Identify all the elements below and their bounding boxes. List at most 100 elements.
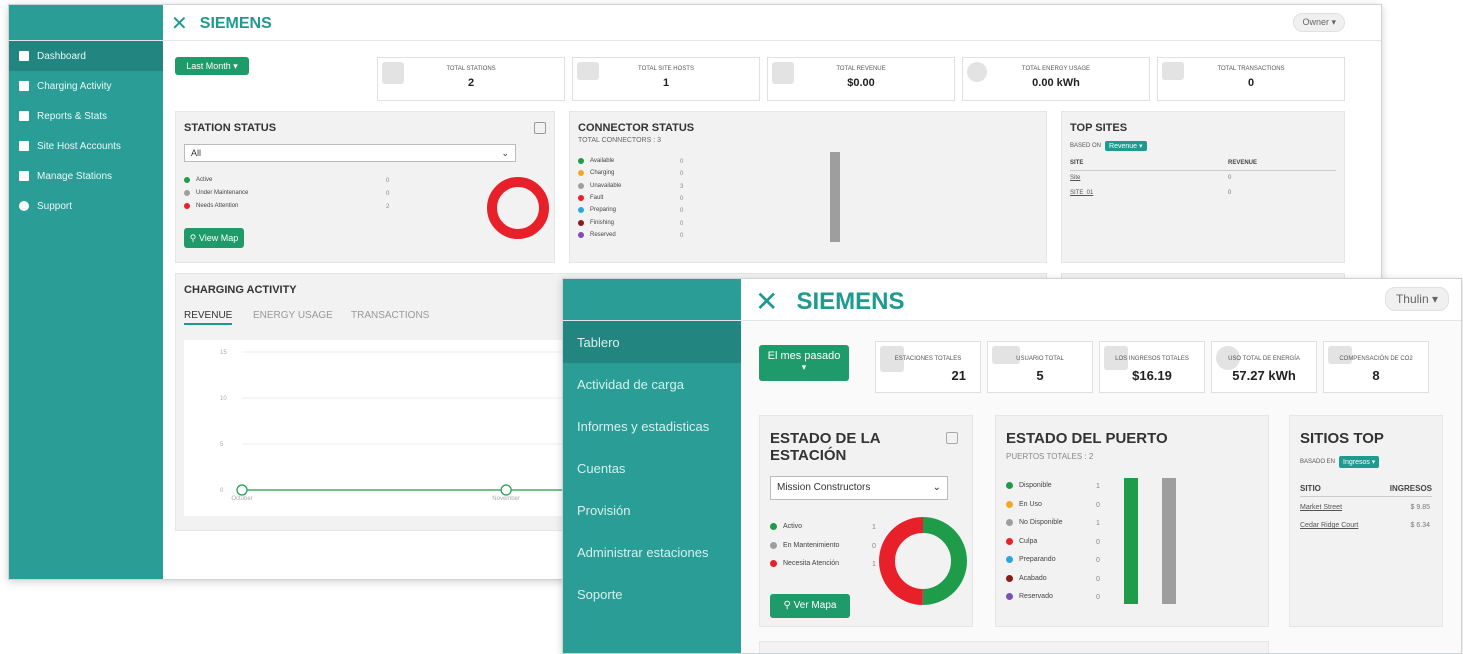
legend-item: Fault: [578, 194, 603, 201]
legend-item: No Disponible: [1006, 519, 1063, 526]
top-bar: ✕ SIEMENS Owner ▾: [9, 5, 1381, 41]
station-status-panel: STATION STATUS All ⌄ Active 0 Under Main…: [175, 111, 555, 263]
sidebar-item-dashboard[interactable]: Dashboard: [9, 41, 163, 71]
panel-subtitle: TOTAL CONNECTORS : 3: [578, 137, 661, 144]
close-menu-icon[interactable]: ✕: [755, 285, 778, 318]
main-content: El mes pasado ▾ ESTACIONES TOTALES 21 US…: [741, 321, 1461, 653]
map-pin-icon: ⚲: [783, 600, 791, 611]
stat-card-total-site-hosts: TOTAL SITE HOSTS 1: [572, 57, 760, 101]
legend-item: Disponible: [1006, 482, 1052, 489]
station-filter-select[interactable]: All ⌄: [184, 144, 516, 162]
sidebar-item-reports[interactable]: Reports & Stats: [9, 101, 163, 131]
port-status-panel: ESTADO DEL PUERTO PUERTOS TOTALES : 2 Di…: [995, 415, 1269, 627]
stat-card-ingresos: LOS INGRESOS TOTALES $16.19: [1099, 341, 1205, 393]
y-tick-label: 5: [220, 442, 224, 448]
panel-title: ESTADO DEL PUERTO: [1006, 430, 1168, 447]
stat-card-total-stations: TOTAL STATIONS 2: [377, 57, 565, 101]
siemens-logo[interactable]: ✕ SIEMENS: [171, 11, 272, 36]
site-link[interactable]: Market Street: [1300, 504, 1342, 511]
stat-card-usuario: USUARIO TOTAL 5: [987, 341, 1093, 393]
legend-item: Finishing: [578, 219, 614, 226]
chevron-down-icon: ⌄: [501, 148, 509, 158]
top-bar: ✕ SIEMENS Thulin ▾: [563, 279, 1461, 321]
col-site-header: SITIO: [1300, 484, 1321, 493]
station-status-panel: ESTADO DE LA ESTACIÓN Mission Constructo…: [759, 415, 973, 627]
chevron-down-icon: ⌄: [932, 482, 941, 493]
user-menu-button[interactable]: Owner ▾: [1293, 13, 1345, 32]
top-sites-panel: TOP SITES BASED ON Revenue ▾ SITE REVENU…: [1061, 111, 1345, 263]
sidebar-item-administrar[interactable]: Administrar estaciones: [563, 531, 741, 573]
tab-transactions[interactable]: TRANSACTIONS: [351, 310, 429, 321]
panel-subtitle: PUERTOS TOTALES : 2: [1006, 452, 1094, 461]
stat-card-energia: USO TOTAL DE ENERGÍA 57.27 kWh: [1211, 341, 1317, 393]
date-range-button[interactable]: El mes pasado ▾: [759, 345, 849, 381]
dashboard-icon: [19, 51, 29, 61]
donut-slice-needs-attention: [487, 177, 549, 239]
legend-item: En Mantenimiento: [770, 542, 839, 549]
legend-item: Available: [578, 158, 614, 164]
based-on-dropdown[interactable]: Ingresos ▾: [1339, 456, 1380, 468]
stat-card-total-transactions: TOTAL TRANSACTIONS 0: [1157, 57, 1345, 101]
refresh-icon[interactable]: [946, 432, 958, 444]
sidebar-item-site-host-accounts[interactable]: Site Host Accounts: [9, 131, 163, 161]
col-site-header: SITE: [1070, 160, 1084, 166]
view-map-button[interactable]: ⚲ Ver Mapa: [770, 594, 850, 618]
y-tick-label: 10: [220, 396, 227, 402]
sidebar-item-tablero[interactable]: Tablero: [563, 321, 741, 363]
site-link[interactable]: SITE_01: [1070, 190, 1093, 196]
sidebar: Tablero Actividad de carga Informes y es…: [563, 321, 741, 653]
view-map-button[interactable]: ⚲ View Map: [184, 228, 244, 248]
sidebar-item-manage-stations[interactable]: Manage Stations: [9, 161, 163, 191]
stat-card-co2: COMPENSACIÓN DE CO2 8: [1323, 341, 1429, 393]
panel-title: SITIOS TOP: [1300, 430, 1384, 447]
stat-card-total-revenue: TOTAL REVENUE $0.00: [767, 57, 955, 101]
legend-item: Activo: [770, 523, 802, 530]
data-point[interactable]: [236, 484, 248, 496]
sidebar-item-charging-activity[interactable]: Charging Activity: [9, 71, 163, 101]
station-status-donut: [487, 177, 549, 239]
data-point[interactable]: [500, 484, 512, 496]
panel-title: CONNECTOR STATUS: [578, 122, 695, 134]
sidebar-item-support[interactable]: Support: [9, 191, 163, 221]
sidebar-item-cuentas[interactable]: Cuentas: [563, 447, 741, 489]
station-filter-select[interactable]: Mission Constructors ⌄: [770, 476, 948, 500]
map-pin-icon: ⚲: [189, 233, 197, 243]
col-revenue-header: INGRESOS: [1389, 484, 1432, 493]
legend-item: Necesita Atención: [770, 560, 839, 567]
legend-item: Needs Attention: [184, 203, 238, 209]
siemens-logo[interactable]: ✕ SIEMENS: [755, 285, 905, 318]
legend-item: En Uso: [1006, 500, 1042, 508]
bar-disponible: [1124, 478, 1138, 604]
legend-item: Unavailable: [578, 182, 621, 189]
based-on-dropdown[interactable]: Revenue ▾: [1105, 141, 1147, 151]
user-menu-button[interactable]: Thulin ▾: [1384, 287, 1449, 311]
legend-item: Culpa: [1006, 537, 1037, 545]
sidebar: Dashboard Charging Activity Reports & St…: [9, 41, 163, 579]
dashboard-window-spanish: ✕ SIEMENS Thulin ▾ Tablero Actividad de …: [562, 278, 1462, 654]
legend-item: Active: [184, 177, 212, 183]
sidebar-item-provision[interactable]: Provisión: [563, 489, 741, 531]
x-tick-label: October: [231, 496, 252, 502]
tab-energy-usage[interactable]: ENERGY USAGE: [253, 310, 333, 321]
bar-no-disponible: [1162, 478, 1176, 604]
sidebar-item-informes[interactable]: Informes y estadisticas: [563, 405, 741, 447]
stat-card-total-energy: TOTAL ENERGY USAGE 0.00 kWh: [962, 57, 1150, 101]
site-link[interactable]: Site: [1070, 175, 1080, 181]
help-icon: [19, 201, 29, 211]
refresh-icon[interactable]: [534, 122, 546, 134]
tab-revenue[interactable]: REVENUE: [184, 310, 233, 325]
sidebar-item-actividad[interactable]: Actividad de carga: [563, 363, 741, 405]
panel-title: STATION STATUS: [184, 122, 277, 134]
site-link[interactable]: Cedar Ridge Court: [1300, 522, 1358, 529]
legend-item: Acabado: [1006, 574, 1047, 582]
close-menu-icon[interactable]: ✕: [171, 11, 188, 36]
connector-status-panel: CONNECTOR STATUS TOTAL CONNECTORS : 3 Av…: [569, 111, 1047, 263]
panel-title: ESTADO DE LA ESTACIÓN: [770, 430, 881, 464]
legend-item: Reserved: [578, 231, 616, 238]
station-status-donut: [879, 517, 967, 605]
sidebar-item-soporte[interactable]: Soporte: [563, 573, 741, 615]
date-range-button[interactable]: Last Month ▾: [175, 57, 249, 75]
panel-title: TOP SITES: [1070, 122, 1128, 134]
bar-unavailable: [830, 152, 840, 242]
legend-item: Charging: [578, 170, 614, 177]
